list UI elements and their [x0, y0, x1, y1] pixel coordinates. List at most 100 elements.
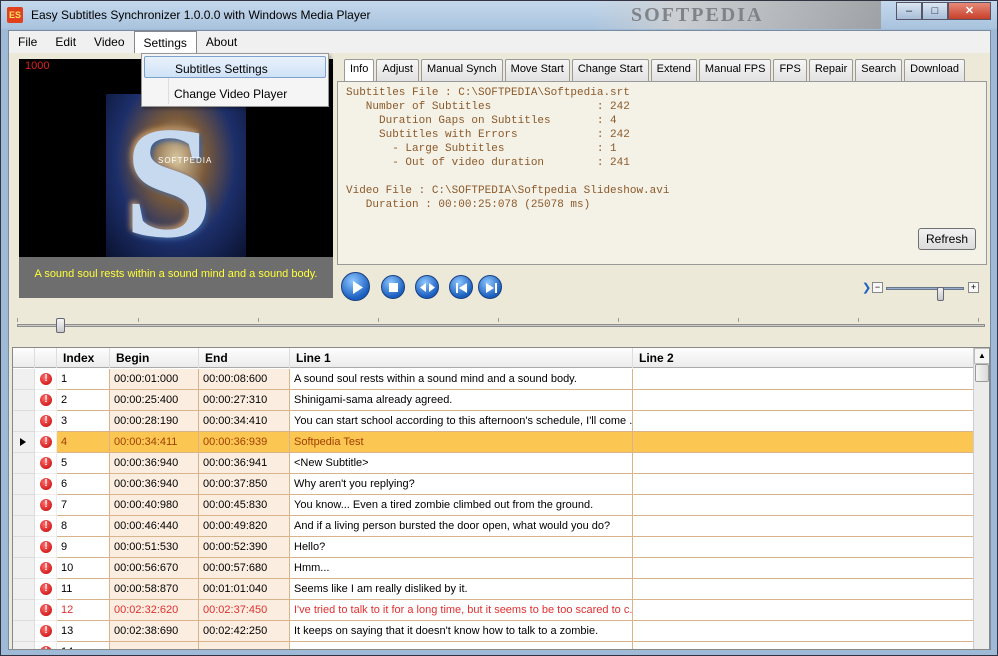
- cell-index[interactable]: 7: [57, 495, 110, 516]
- table-row[interactable]: ! 2 00:00:25:400 00:00:27:310 Shinigami-sama…: [13, 390, 976, 411]
- cell-end[interactable]: 00:00:08:600: [199, 369, 290, 390]
- table-row[interactable]: ! 4 00:00:34:411 00:00:36:939 Softpedia Test: [13, 432, 976, 453]
- cell-begin[interactable]: 00:00:51:530: [110, 537, 199, 558]
- grid-scrollbar[interactable]: ▲: [973, 348, 989, 649]
- seek-thumb[interactable]: [56, 318, 65, 333]
- header-index[interactable]: Index: [57, 348, 110, 368]
- cell-line1[interactable]: And if a living person bursted the door …: [290, 516, 633, 537]
- cell-begin[interactable]: 00:00:36:940: [110, 453, 199, 474]
- next-button[interactable]: [478, 275, 502, 299]
- table-row[interactable]: ! 10 00:00:56:670 00:00:57:680 Hmm...: [13, 558, 976, 579]
- row-selector[interactable]: [13, 369, 35, 390]
- cell-line1[interactable]: [290, 642, 633, 649]
- menu-video[interactable]: Video: [85, 31, 133, 53]
- row-selector[interactable]: [13, 558, 35, 579]
- cell-end[interactable]: 00:00:52:390: [199, 537, 290, 558]
- tab-fps[interactable]: FPS: [773, 59, 807, 81]
- menu-item-subtitles-settings[interactable]: Subtitles Settings: [144, 56, 326, 78]
- header-end[interactable]: End: [199, 348, 290, 368]
- frame-step-button[interactable]: [415, 275, 439, 299]
- cell-end[interactable]: 00:00:36:941: [199, 453, 290, 474]
- cell-end[interactable]: 00:00:27:310: [199, 390, 290, 411]
- cell-begin[interactable]: 00:00:56:670: [110, 558, 199, 579]
- cell-line2[interactable]: [633, 453, 976, 474]
- tab-download[interactable]: Download: [904, 59, 966, 81]
- cell-end[interactable]: 00:00:36:939: [199, 432, 290, 453]
- cell-line2[interactable]: [633, 621, 976, 642]
- row-selector[interactable]: [13, 621, 35, 642]
- cell-end[interactable]: 00:02:42:250: [199, 621, 290, 642]
- cell-begin[interactable]: [110, 642, 199, 649]
- volume-down-button[interactable]: −: [872, 282, 883, 293]
- cell-index[interactable]: 9: [57, 537, 110, 558]
- cell-line1[interactable]: I've tried to talk to it for a long time…: [290, 600, 633, 621]
- menu-file[interactable]: File: [9, 31, 46, 53]
- table-row[interactable]: ! 13 00:02:38:690 00:02:42:250 It keeps on s…: [13, 621, 976, 642]
- cell-end[interactable]: 00:00:57:680: [199, 558, 290, 579]
- cell-begin[interactable]: 00:00:58:870: [110, 579, 199, 600]
- tab-adjust[interactable]: Adjust: [376, 59, 419, 81]
- cell-line1[interactable]: Seems like I am really disliked by it.: [290, 579, 633, 600]
- cell-end[interactable]: 00:00:49:820: [199, 516, 290, 537]
- cell-line2[interactable]: [633, 369, 976, 390]
- cell-index[interactable]: 8: [57, 516, 110, 537]
- cell-line1[interactable]: A sound soul rests within a sound mind a…: [290, 369, 633, 390]
- row-selector[interactable]: [13, 411, 35, 432]
- cell-line2[interactable]: [633, 600, 976, 621]
- title-bar[interactable]: ES Easy Subtitles Synchronizer 1.0.0.0 w…: [1, 1, 997, 29]
- cell-begin[interactable]: 00:00:36:940: [110, 474, 199, 495]
- cell-end[interactable]: 00:00:37:850: [199, 474, 290, 495]
- cell-index[interactable]: 10: [57, 558, 110, 579]
- stop-button[interactable]: [381, 275, 405, 299]
- cell-line2[interactable]: [633, 495, 976, 516]
- cell-index[interactable]: 1: [57, 369, 110, 390]
- row-selector[interactable]: [13, 432, 35, 453]
- cell-line2[interactable]: [633, 579, 976, 600]
- cell-line1[interactable]: Hmm...: [290, 558, 633, 579]
- table-row[interactable]: ! 3 00:00:28:190 00:00:34:410 You can start …: [13, 411, 976, 432]
- cell-line2[interactable]: [633, 558, 976, 579]
- cell-index[interactable]: 13: [57, 621, 110, 642]
- scroll-up-button[interactable]: ▲: [974, 348, 989, 364]
- cell-index[interactable]: 14: [57, 642, 110, 649]
- cell-index[interactable]: 3: [57, 411, 110, 432]
- cell-line1[interactable]: Shinigami-sama already agreed.: [290, 390, 633, 411]
- refresh-button[interactable]: Refresh: [918, 228, 976, 250]
- tab-change-start[interactable]: Change Start: [571, 59, 649, 81]
- volume-slider[interactable]: [886, 287, 964, 301]
- cell-line1[interactable]: You know... Even a tired zombie climbed …: [290, 495, 633, 516]
- tab-move-start[interactable]: Move Start: [504, 59, 570, 81]
- cell-line1[interactable]: Softpedia Test: [290, 432, 633, 453]
- cell-begin[interactable]: 00:00:25:400: [110, 390, 199, 411]
- table-row[interactable]: ! 14: [13, 642, 976, 649]
- cell-line1[interactable]: It keeps on saying that it doesn't know …: [290, 621, 633, 642]
- row-selector[interactable]: [13, 579, 35, 600]
- table-row[interactable]: ! 8 00:00:46:440 00:00:49:820 And if a livin…: [13, 516, 976, 537]
- tab-repair[interactable]: Repair: [808, 59, 854, 81]
- cell-index[interactable]: 5: [57, 453, 110, 474]
- cell-line1[interactable]: <New Subtitle>: [290, 453, 633, 474]
- volume-up-button[interactable]: +: [968, 282, 979, 293]
- cell-begin[interactable]: 00:00:28:190: [110, 411, 199, 432]
- header-line1[interactable]: Line 1: [290, 348, 633, 368]
- cell-line2[interactable]: [633, 516, 976, 537]
- cell-end[interactable]: 00:00:34:410: [199, 411, 290, 432]
- row-selector[interactable]: [13, 642, 35, 649]
- header-begin[interactable]: Begin: [110, 348, 199, 368]
- volume-slider-thumb[interactable]: [937, 287, 944, 301]
- tab-manual-fps[interactable]: Manual FPS: [698, 59, 772, 81]
- row-selector[interactable]: [13, 516, 35, 537]
- menu-settings[interactable]: Settings: [133, 31, 197, 53]
- cell-index[interactable]: 12: [57, 600, 110, 621]
- previous-button[interactable]: [449, 275, 473, 299]
- table-row[interactable]: ! 5 00:00:36:940 00:00:36:941 <New Subtitle>: [13, 453, 976, 474]
- cell-begin[interactable]: 00:02:32:620: [110, 600, 199, 621]
- cell-line2[interactable]: [633, 411, 976, 432]
- tab-extend[interactable]: Extend: [650, 59, 697, 81]
- cell-begin[interactable]: 00:00:34:411: [110, 432, 199, 453]
- cell-begin[interactable]: 00:00:40:980: [110, 495, 199, 516]
- cell-line2[interactable]: [633, 390, 976, 411]
- cell-index[interactable]: 2: [57, 390, 110, 411]
- seek-track[interactable]: [17, 324, 985, 327]
- cell-line2[interactable]: [633, 537, 976, 558]
